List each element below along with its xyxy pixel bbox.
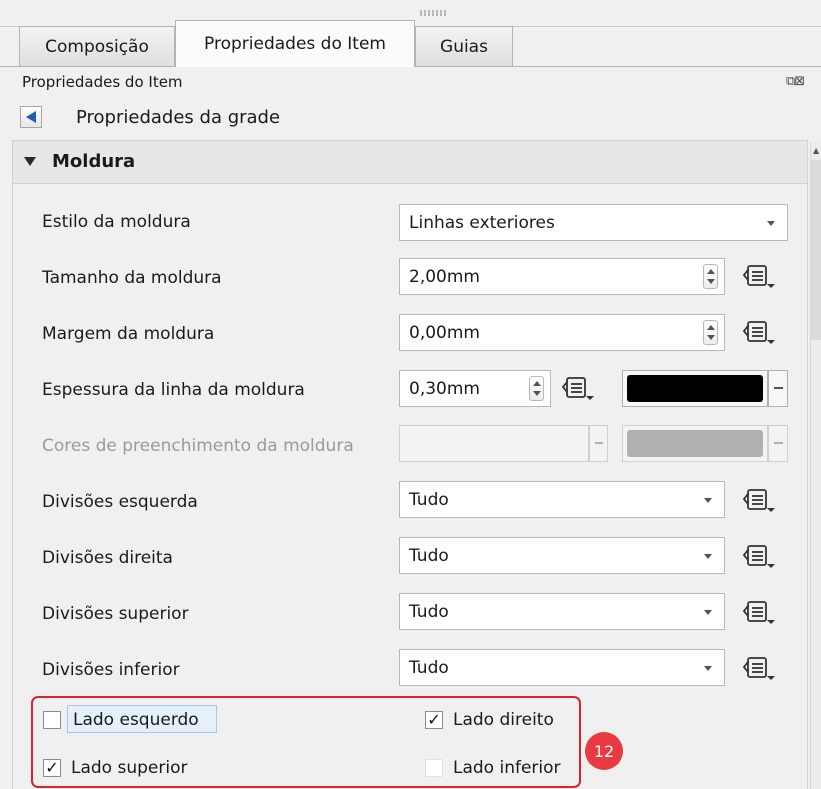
dock-float-close-icons[interactable]: ⧉⊠ <box>786 74 805 89</box>
data-defined-override-icon[interactable] <box>743 262 777 290</box>
data-defined-override-icon[interactable] <box>743 598 777 626</box>
spin-arrows-icon[interactable] <box>703 264 718 289</box>
frame-margin-label: Margem da moldura <box>42 324 215 344</box>
chevron-down-icon <box>704 498 712 503</box>
color-swatch <box>627 375 763 402</box>
tab-propriedades-do-item[interactable]: Propriedades do Item <box>175 20 415 67</box>
frame-size-label: Tamanho da moldura <box>42 268 222 288</box>
sub-panel-title: Propriedades da grade <box>76 107 281 128</box>
fill-color-2-button[interactable] <box>622 425 768 462</box>
scrollbar-thumb[interactable] <box>811 160 821 340</box>
spin-arrows-icon[interactable] <box>529 376 544 401</box>
annotation-highlight-box <box>31 696 581 788</box>
fill-color-1-button[interactable] <box>399 425 589 462</box>
color-menu-button[interactable] <box>589 425 608 462</box>
tab-composicao[interactable]: Composição <box>19 26 175 67</box>
group-title: Moldura <box>52 151 136 172</box>
divisions-bottom-label: Divisões inferior <box>42 660 180 680</box>
divisions-left-label: Divisões esquerda <box>42 492 198 512</box>
spin-arrows-icon[interactable] <box>703 320 718 345</box>
panel-title: Propriedades do Item <box>22 73 183 91</box>
data-defined-override-icon[interactable] <box>743 542 777 570</box>
data-defined-override-icon[interactable] <box>743 654 777 682</box>
divisions-top-combo[interactable]: Tudo <box>399 593 725 630</box>
back-button[interactable] <box>20 106 42 128</box>
data-defined-override-icon[interactable] <box>743 486 777 514</box>
frame-size-spinbox[interactable]: 2,00mm <box>399 258 725 295</box>
chevron-down-icon <box>704 554 712 559</box>
frame-fill-colors-label: Cores de preenchimento da moldura <box>42 436 354 456</box>
scroll-up-icon[interactable]: ▲ <box>813 146 819 155</box>
chevron-down-icon <box>704 666 712 671</box>
frame-line-color-button[interactable] <box>622 370 768 407</box>
divisions-right-combo[interactable]: Tudo <box>399 537 725 574</box>
chevron-down-icon <box>704 610 712 615</box>
chevron-down-icon <box>767 221 775 226</box>
divisions-bottom-combo[interactable]: Tudo <box>399 649 725 686</box>
frame-style-label: Estilo da moldura <box>42 212 191 232</box>
divisions-top-label: Divisões superior <box>42 604 189 624</box>
divisions-left-combo[interactable]: Tudo <box>399 481 725 518</box>
step-number-badge: 12 <box>585 732 623 770</box>
tab-guias[interactable]: Guias <box>415 26 513 67</box>
frame-style-combo[interactable]: Linhas exteriores <box>399 204 788 241</box>
color-menu-button[interactable] <box>768 370 788 407</box>
arrow-left-icon <box>26 111 36 123</box>
frame-margin-spinbox[interactable]: 0,00mm <box>399 314 725 351</box>
frame-line-thickness-label: Espessura da linha da moldura <box>42 380 305 400</box>
frame-line-thickness-spinbox[interactable]: 0,30mm <box>399 370 551 407</box>
collapse-arrow-icon[interactable] <box>24 157 36 166</box>
data-defined-override-icon[interactable] <box>562 374 596 402</box>
divisions-right-label: Divisões direita <box>42 548 173 568</box>
color-menu-button[interactable] <box>768 425 788 462</box>
data-defined-override-icon[interactable] <box>743 318 777 346</box>
dock-drag-grip[interactable] <box>420 10 446 16</box>
color-swatch <box>627 430 763 457</box>
